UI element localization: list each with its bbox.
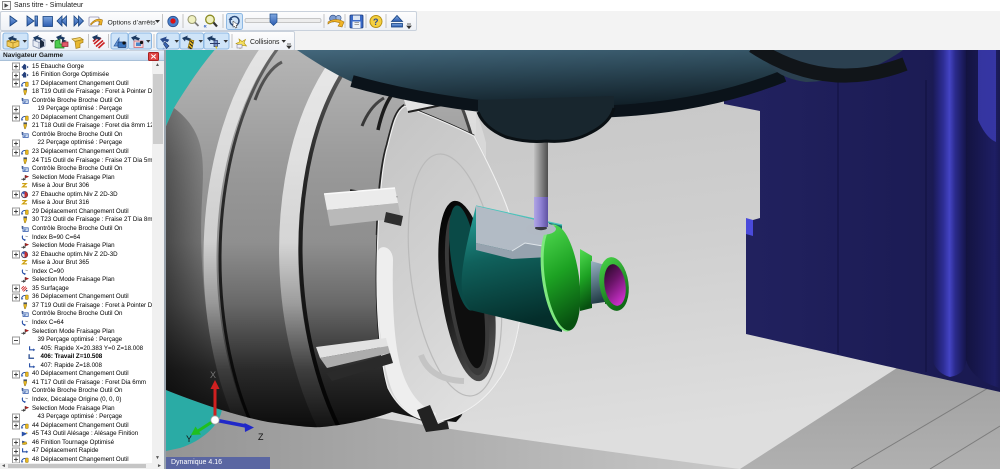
svg-text:Z: Z — [258, 432, 264, 442]
svg-text:Options d’arrêts: Options d’arrêts — [108, 19, 157, 26]
svg-text:?: ? — [373, 17, 379, 27]
svg-text:X: X — [210, 370, 216, 380]
svg-text:Collisions: Collisions — [250, 39, 280, 46]
svg-text:«: « — [204, 24, 208, 30]
svg-text:Y: Y — [186, 434, 192, 444]
